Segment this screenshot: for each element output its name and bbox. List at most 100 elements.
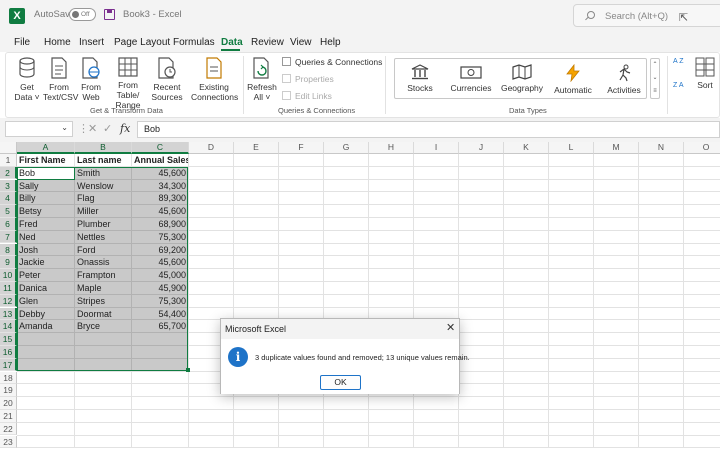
- grid-cell[interactable]: [414, 410, 459, 423]
- header-cell[interactable]: First Name: [17, 154, 75, 167]
- grid-cell[interactable]: [279, 410, 324, 423]
- grid-cell[interactable]: [324, 435, 369, 449]
- header-cell[interactable]: Annual Sales: [132, 154, 189, 167]
- grid-cell[interactable]: [279, 282, 324, 295]
- grid-cell[interactable]: [414, 397, 459, 410]
- row-header-6[interactable]: 6: [0, 218, 17, 231]
- grid-cell[interactable]: [684, 167, 720, 180]
- grid-cell[interactable]: [279, 243, 324, 257]
- grid-cell[interactable]: [459, 307, 504, 321]
- grid-cell[interactable]: [459, 435, 504, 449]
- row-header-16[interactable]: 16: [0, 346, 17, 359]
- grid-cell[interactable]: [324, 205, 369, 218]
- grid-cell[interactable]: [684, 346, 720, 359]
- grid-cell[interactable]: [504, 397, 549, 410]
- column-header-n[interactable]: N: [639, 142, 684, 154]
- grid-cell[interactable]: [189, 154, 234, 167]
- grid-cell[interactable]: [549, 422, 594, 436]
- table-cell[interactable]: Jackie: [17, 256, 75, 269]
- grid-cell[interactable]: [414, 269, 459, 282]
- grid-cell[interactable]: [459, 320, 504, 334]
- grid-cell[interactable]: [684, 295, 720, 308]
- table-cell[interactable]: Ford: [75, 244, 132, 257]
- grid-cell[interactable]: [369, 422, 414, 436]
- data-type-automatic[interactable]: Automatic: [551, 64, 595, 95]
- table-cell[interactable]: Bryce: [75, 320, 132, 333]
- row-header-2[interactable]: 2: [0, 166, 17, 180]
- grid-cell[interactable]: [684, 308, 720, 321]
- table-cell[interactable]: Nettles: [75, 231, 132, 244]
- grid-cell[interactable]: [459, 384, 504, 398]
- recent-sources-button[interactable]: Recent Sources: [150, 57, 184, 102]
- grid-cell[interactable]: [549, 230, 594, 244]
- table-cell[interactable]: 45,600: [132, 167, 189, 180]
- tab-view[interactable]: View: [290, 37, 312, 48]
- row-header-22[interactable]: 22: [0, 422, 17, 436]
- column-header-o[interactable]: O: [684, 142, 720, 154]
- grid-cell[interactable]: [549, 166, 594, 180]
- gallery-scroll[interactable]: ⌃ ⌄ ≡: [650, 58, 660, 99]
- grid-cell[interactable]: [324, 256, 369, 270]
- grid-cell[interactable]: [504, 346, 549, 359]
- grid-cell[interactable]: [414, 256, 459, 270]
- edit-links-button[interactable]: Edit Links: [282, 91, 332, 101]
- grid-cell[interactable]: [324, 269, 369, 282]
- refresh-all-button[interactable]: Refresh All ˅: [247, 57, 277, 102]
- grid-cell[interactable]: [75, 422, 132, 436]
- grid-cell[interactable]: [549, 333, 594, 346]
- data-type-geography[interactable]: Geography: [500, 64, 544, 93]
- column-header-k[interactable]: K: [504, 142, 549, 154]
- table-cell[interactable]: Josh: [17, 244, 75, 257]
- grid-cell[interactable]: [324, 410, 369, 423]
- grid-cell[interactable]: [414, 282, 459, 295]
- tab-formulas[interactable]: Formulas: [173, 37, 215, 48]
- table-cell[interactable]: 45,600: [132, 205, 189, 218]
- grid-cell[interactable]: [234, 397, 279, 410]
- grid-cell[interactable]: [684, 154, 720, 167]
- grid-cell[interactable]: [504, 179, 549, 193]
- tab-data[interactable]: Data: [221, 37, 243, 48]
- grid-cell[interactable]: [369, 243, 414, 257]
- grid-cell[interactable]: [459, 422, 504, 436]
- grid-cell[interactable]: [189, 410, 234, 423]
- grid-cell[interactable]: [459, 256, 504, 270]
- save-icon[interactable]: [104, 9, 115, 20]
- grid-cell[interactable]: [189, 422, 234, 436]
- grid-cell[interactable]: [594, 333, 639, 346]
- grid-cell[interactable]: [17, 371, 75, 385]
- grid-cell[interactable]: [549, 205, 594, 218]
- grid-cell[interactable]: [132, 371, 189, 385]
- grid-cell[interactable]: [414, 422, 459, 436]
- tab-review[interactable]: Review: [251, 37, 284, 48]
- grid-cell[interactable]: [504, 371, 549, 385]
- grid-cell[interactable]: [369, 435, 414, 449]
- grid-cell[interactable]: [369, 192, 414, 206]
- column-header-j[interactable]: J: [459, 142, 504, 154]
- row-header-8[interactable]: 8: [0, 243, 17, 257]
- grid-cell[interactable]: [639, 179, 684, 193]
- grid-cell[interactable]: [639, 269, 684, 282]
- grid-cell[interactable]: [504, 154, 549, 167]
- grid-cell[interactable]: [369, 269, 414, 282]
- grid-cell[interactable]: [594, 410, 639, 423]
- queries-connections-button[interactable]: Queries & Connections: [282, 57, 382, 67]
- grid-cell[interactable]: [684, 231, 720, 244]
- grid-cell[interactable]: [549, 384, 594, 398]
- grid-cell[interactable]: [459, 333, 504, 346]
- grid-cell[interactable]: [639, 358, 684, 372]
- table-cell[interactable]: 54,400: [132, 308, 189, 321]
- grid-cell[interactable]: [504, 435, 549, 449]
- grid-cell[interactable]: [684, 205, 720, 218]
- grid-cell[interactable]: [594, 230, 639, 244]
- table-cell[interactable]: 34,300: [132, 180, 189, 193]
- grid-cell[interactable]: [279, 422, 324, 436]
- grid-cell[interactable]: [132, 410, 189, 423]
- grid-cell[interactable]: [594, 346, 639, 359]
- column-header-m[interactable]: M: [594, 142, 639, 154]
- row-header-7[interactable]: 7: [0, 230, 17, 244]
- table-cell[interactable]: Glen: [17, 295, 75, 308]
- grid-cell[interactable]: [279, 205, 324, 218]
- grid-cell[interactable]: [504, 422, 549, 436]
- grid-cell[interactable]: [324, 179, 369, 193]
- table-cell[interactable]: Onassis: [75, 256, 132, 269]
